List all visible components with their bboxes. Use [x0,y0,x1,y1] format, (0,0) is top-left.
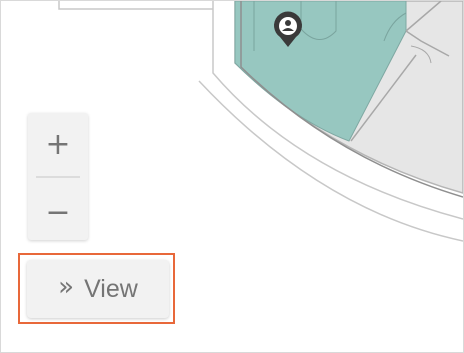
floor-map-viewport[interactable]: + − » View [0,0,464,353]
zoom-control: + − [28,113,88,240]
double-chevron-right-icon: » [58,272,75,302]
zoom-out-button[interactable]: − [28,183,88,241]
zoom-in-button[interactable]: + [28,115,88,173]
view-button-label: View [84,274,138,303]
zoom-divider [36,176,80,178]
view-button[interactable]: » View [27,260,169,318]
corridor-line [58,1,213,10]
